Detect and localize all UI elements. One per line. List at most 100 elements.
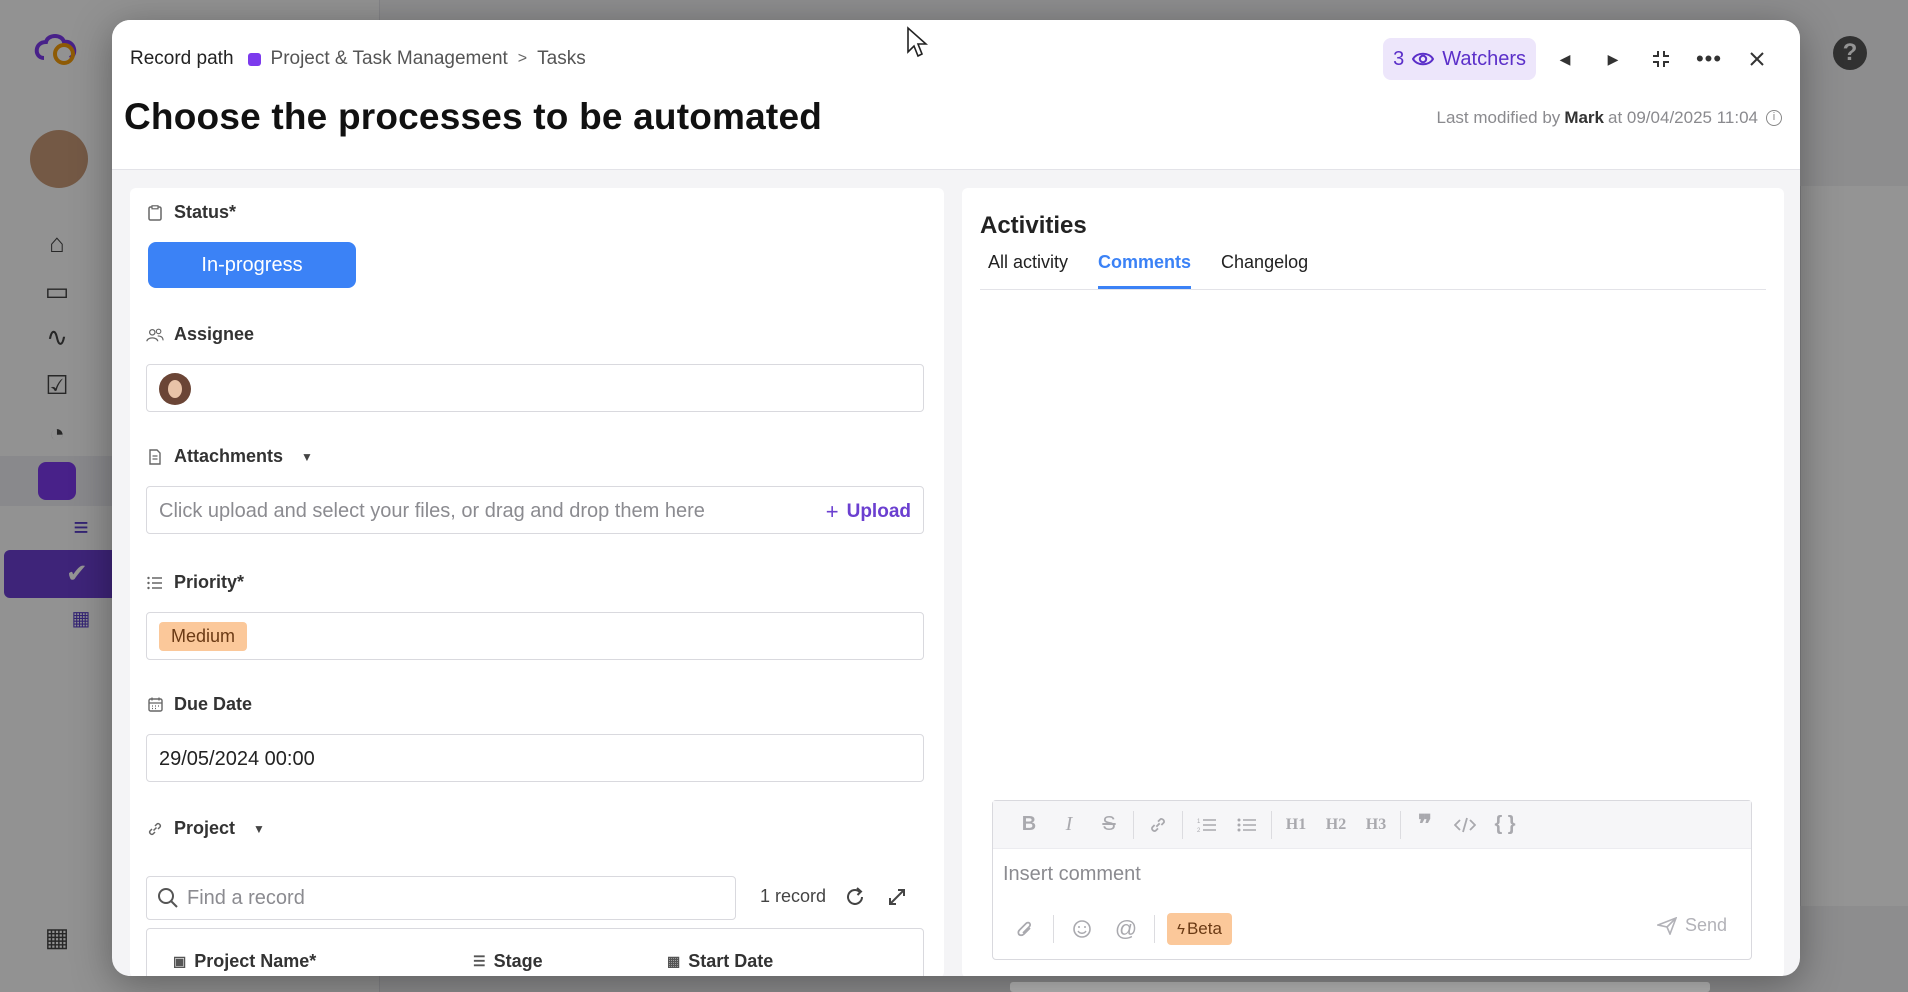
expand-button[interactable]	[882, 882, 912, 912]
previous-record-button[interactable]: ◀	[1546, 40, 1584, 78]
more-options-button[interactable]: •••	[1690, 40, 1728, 78]
priority-label: Priority*	[146, 572, 244, 593]
comment-input[interactable]	[1003, 859, 1733, 889]
header-actions: 3 Watchers ◀ ▶ •••	[1383, 38, 1776, 80]
bold-icon[interactable]: B	[1009, 805, 1049, 845]
expand-icon	[889, 889, 905, 905]
send-icon	[1656, 916, 1677, 935]
toolbar-divider	[1271, 810, 1272, 839]
svg-text:2: 2	[1197, 828, 1201, 833]
caret-left-icon: ◀	[1559, 50, 1571, 67]
users-icon	[146, 326, 164, 344]
tab-all-activity[interactable]: All activity	[988, 252, 1068, 289]
activities-title: Activities	[980, 212, 1087, 239]
footer-divider	[1053, 915, 1054, 943]
bullet-list-icon[interactable]	[1227, 805, 1267, 845]
attachments-dropzone[interactable]: Click upload and select your files, or d…	[146, 486, 924, 534]
priority-field[interactable]: Medium	[146, 612, 924, 660]
due-date-value: 29/05/2024 00:00	[159, 748, 315, 770]
plus-icon: +	[825, 499, 839, 524]
eye-icon	[1412, 52, 1435, 66]
activities-panel: Activities All activity Comments Changel…	[962, 188, 1784, 976]
record-modal: Record path Project & Task Management > …	[112, 20, 1800, 976]
caret-right-icon: ▶	[1607, 50, 1619, 67]
attachments-label[interactable]: Attachments ▼	[146, 446, 313, 467]
breadcrumb-table-link[interactable]: Tasks	[537, 48, 586, 70]
upload-button[interactable]: + Upload	[826, 499, 911, 525]
background-scrollbar	[1010, 982, 1710, 992]
record-count: 1 record	[760, 886, 827, 906]
send-button[interactable]: Send	[1656, 915, 1727, 936]
refresh-button[interactable]	[840, 882, 870, 912]
breadcrumb: Record path Project & Task Management > …	[130, 48, 586, 70]
watchers-label: Watchers	[1442, 47, 1526, 70]
breadcrumb-project-link[interactable]: Project & Task Management	[271, 48, 508, 70]
chevron-down-icon[interactable]: ▼	[253, 822, 265, 836]
ordered-list-icon[interactable]: 12	[1187, 805, 1227, 845]
close-icon	[1750, 52, 1764, 66]
due-date-label-text: Due Date	[174, 694, 253, 714]
close-button[interactable]	[1738, 40, 1776, 78]
link-icon	[146, 820, 164, 838]
assignee-avatar[interactable]	[159, 373, 191, 405]
quote-icon[interactable]: ❞	[1405, 805, 1445, 845]
column-start-date-label: Start Date	[688, 951, 774, 971]
priority-tag[interactable]: Medium	[159, 622, 248, 651]
find-record-input[interactable]	[187, 883, 717, 913]
project-label[interactable]: Project ▼	[146, 818, 265, 839]
record-icon: ▣	[173, 953, 187, 969]
document-icon	[146, 448, 164, 466]
refresh-icon	[847, 887, 863, 905]
assignee-label: Assignee	[146, 324, 254, 345]
assignee-field[interactable]	[146, 364, 924, 412]
search-icon	[158, 888, 178, 908]
project-label-text: Project	[174, 818, 236, 838]
chevron-down-icon[interactable]: ▼	[301, 450, 313, 464]
more-icon: •••	[1695, 46, 1723, 71]
code-icon[interactable]	[1445, 805, 1485, 845]
italic-icon[interactable]: I	[1049, 805, 1089, 845]
watchers-button[interactable]: 3 Watchers	[1383, 38, 1536, 80]
emoji-icon[interactable]	[1062, 910, 1102, 948]
attachment-icon[interactable]	[1005, 910, 1045, 948]
heading-3-button[interactable]: H3	[1356, 805, 1396, 845]
last-modified-prefix: Last modified by	[1436, 108, 1561, 127]
last-modified-info: Last modified by Mark at 09/04/2025 11:0…	[1437, 108, 1782, 128]
attachments-label-text: Attachments	[174, 446, 284, 466]
beta-label: Beta	[1186, 919, 1222, 938]
breadcrumb-separator: >	[517, 50, 528, 67]
status-label: Status*	[146, 202, 236, 223]
find-record-search[interactable]	[146, 876, 736, 920]
column-header-stage[interactable]: ☰ Stage	[473, 951, 543, 972]
editor-toolbar: B I S 12 H1 H2 H3 ❞ {}	[993, 801, 1751, 849]
collapse-icon	[1653, 51, 1669, 67]
status-label-text: Status*	[174, 202, 237, 222]
assignee-label-text: Assignee	[174, 324, 255, 344]
assignee-face	[168, 380, 182, 398]
column-header-start-date[interactable]: ▦ Start Date	[667, 951, 773, 972]
toolbar-divider	[1133, 810, 1134, 839]
linked-records-table: ▣ Project Name* ☰ Stage ▦ Start Date	[146, 928, 924, 976]
mouse-cursor-icon	[907, 26, 928, 58]
next-record-button[interactable]: ▶	[1594, 40, 1632, 78]
beta-badge[interactable]: ϟ Beta	[1167, 913, 1232, 945]
status-pill[interactable]: In-progress	[148, 242, 356, 288]
tab-changelog[interactable]: Changelog	[1221, 252, 1308, 289]
last-modified-user: Mark	[1564, 108, 1604, 127]
link-icon[interactable]	[1138, 805, 1178, 845]
collapse-button[interactable]	[1642, 40, 1680, 78]
strikethrough-icon[interactable]: S	[1089, 805, 1129, 845]
due-date-field[interactable]: 29/05/2024 00:00	[146, 734, 924, 782]
mention-icon[interactable]: @	[1106, 910, 1146, 948]
editor-footer: @ ϟ Beta Send	[1005, 909, 1741, 949]
tab-comments[interactable]: Comments	[1098, 252, 1192, 289]
info-icon[interactable]: i	[1766, 110, 1782, 126]
column-header-project-name[interactable]: ▣ Project Name*	[173, 951, 316, 972]
send-label: Send	[1684, 915, 1727, 935]
heading-2-button[interactable]: H2	[1316, 805, 1356, 845]
code-block-icon[interactable]: { }	[1485, 805, 1525, 845]
heading-1-button[interactable]: H1	[1276, 805, 1316, 845]
watchers-count: 3	[1393, 47, 1405, 70]
record-title[interactable]: Choose the processes to be automated	[124, 96, 822, 138]
calendar-icon: ▦	[667, 953, 681, 969]
